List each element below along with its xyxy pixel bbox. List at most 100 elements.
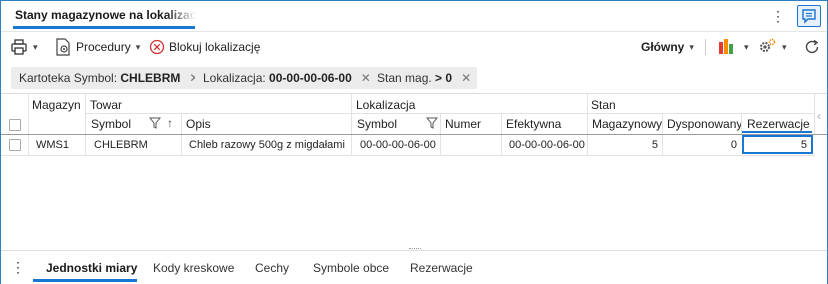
column-divider <box>501 114 502 134</box>
select-all-checkbox[interactable] <box>9 119 21 131</box>
view-selector[interactable]: Główny ▾ <box>641 37 694 57</box>
filter-bar: Kartoteka Symbol: CHLEBRM ✕ Lokalizacja:… <box>1 62 827 92</box>
toolbar-divider <box>705 39 706 55</box>
filter-value: 00-00-00-06-00 <box>269 71 352 85</box>
tab-jednostki-miary[interactable]: Jednostki miary <box>46 261 137 275</box>
chevron-left-icon[interactable]: ‹ <box>817 109 821 123</box>
column-header-numer[interactable]: Numer <box>445 117 481 131</box>
kebab-vertical-icon[interactable]: ⋮ <box>11 259 25 276</box>
print-button[interactable]: ▾ <box>10 37 38 57</box>
cell-rezerwacje: 5 <box>800 139 807 151</box>
column-divider <box>28 135 29 155</box>
filter-value: 0 <box>445 71 453 85</box>
column-header-towar-symbol[interactable]: Symbol <box>91 117 131 131</box>
bottom-tab-bar: ⋮ Jednostki miary Kody kreskowe Cechy Sy… <box>1 250 827 284</box>
title-bar: Stany magazynowe na lokalizacji ⋮ <box>1 1 827 31</box>
tab-symbole-obce[interactable]: Symbole obce <box>313 261 389 275</box>
column-header-opis[interactable]: Opis <box>186 117 211 131</box>
column-header-rezerwacje[interactable]: Rezerwacje <box>747 117 810 131</box>
procedures-button[interactable]: Procedury ▾ <box>55 37 140 57</box>
tab-rezerwacje[interactable]: Rezerwacje <box>410 261 473 275</box>
chat-comment-icon[interactable] <box>797 5 821 27</box>
group-header-towar: Towar <box>90 98 123 112</box>
row-checkbox[interactable] <box>9 139 21 151</box>
refresh-icon <box>803 38 821 56</box>
group-header-lokalizacja: Lokalizacja <box>356 98 416 112</box>
group-header-stan: Stan <box>591 98 616 112</box>
settings-button[interactable]: ▾ <box>757 37 787 57</box>
settings-gear-icon <box>757 38 777 56</box>
filter-label: Lokalizacja: <box>203 71 266 85</box>
chevron-down-icon: ▾ <box>135 41 141 52</box>
cell-rezerwacje-selected[interactable]: 5 <box>742 135 813 154</box>
filter-label: Kartoteka Symbol: <box>19 71 118 85</box>
chevron-down-icon: ▾ <box>782 41 787 52</box>
column-header-efektywna[interactable]: Efektywna <box>506 117 561 131</box>
filter-chip-stan[interactable]: Stan mag. > 0 ✕ <box>369 67 478 89</box>
cell-opis: Chleb razowy 500g z migdałami <box>189 139 345 151</box>
column-divider <box>662 135 663 155</box>
filter-label: Stan mag. <box>377 71 432 85</box>
column-divider <box>814 94 815 134</box>
filter-chip-lokalizacja[interactable]: Lokalizacja: 00-00-00-06-00 ✕ <box>195 67 377 89</box>
filter-operator: > <box>435 71 443 85</box>
view-label: Główny <box>641 40 685 54</box>
window-frame: Stany magazynowe na lokalizacji ⋮ ▾ Proc… <box>0 0 828 284</box>
window-title-tab[interactable]: Stany magazynowe na lokalizacji <box>7 5 196 27</box>
column-divider <box>181 135 182 155</box>
filter-chip-kartoteka[interactable]: Kartoteka Symbol: CHLEBRM ✕ <box>11 67 206 89</box>
bar-chart-icon <box>717 38 739 56</box>
column-divider <box>662 114 663 134</box>
column-divider <box>85 94 86 134</box>
cell-efektywna: 00-00-00-06-00 <box>509 139 585 151</box>
active-tab-indicator <box>33 279 137 282</box>
procedure-document-icon <box>55 38 71 56</box>
cell-magazyn: WMS1 <box>36 139 69 151</box>
title-fade <box>166 5 196 27</box>
row-bottom-border <box>1 155 815 156</box>
filter-value: CHLEBRM <box>120 71 181 85</box>
column-header-magazyn[interactable]: Magazyn <box>32 98 81 112</box>
sort-ascending-icon[interactable]: ↑ <box>167 116 173 130</box>
filter-funnel-icon[interactable] <box>426 117 438 129</box>
filter-funnel-icon[interactable] <box>149 117 161 129</box>
cell-dysponowany: 0 <box>730 139 737 151</box>
block-circle-x-icon <box>149 39 165 55</box>
cell-towar-symbol: CHLEBRM <box>94 139 148 151</box>
column-divider <box>501 135 502 155</box>
table-row[interactable]: WMS1 CHLEBRM Chleb razowy 500g z migdała… <box>1 135 815 155</box>
group-header-divider <box>85 113 815 114</box>
column-divider <box>181 114 182 134</box>
refresh-button[interactable] <box>803 37 821 57</box>
column-header-dysponowany[interactable]: Dysponowany <box>667 117 742 131</box>
column-header-magazynowy[interactable]: Magazynowy <box>592 117 662 131</box>
printer-icon <box>10 38 28 56</box>
column-divider <box>587 94 588 134</box>
block-location-button[interactable]: Blokuj lokalizację <box>149 37 260 57</box>
cell-magazynowy: 5 <box>651 139 658 151</box>
active-tab-indicator <box>13 26 195 29</box>
cell-lokalizacja-symbol: 00-00-00-06-00 <box>360 139 436 151</box>
chevron-down-icon: ▾ <box>33 41 38 52</box>
column-divider <box>440 114 441 134</box>
column-divider <box>587 135 588 155</box>
column-divider <box>351 135 352 155</box>
column-divider <box>28 94 29 134</box>
column-divider <box>85 135 86 155</box>
tab-kody-kreskowe[interactable]: Kody kreskowe <box>153 261 234 275</box>
tab-cechy[interactable]: Cechy <box>255 261 289 275</box>
chart-button[interactable]: ▾ <box>717 37 749 57</box>
column-divider <box>351 94 352 134</box>
column-divider <box>741 114 742 134</box>
sort-column-indicator <box>742 131 812 133</box>
grid-top-border <box>1 93 827 94</box>
toolbar: ▾ Procedury ▾ Blokuj lokalizację Główny … <box>1 31 827 61</box>
column-divider <box>440 135 441 155</box>
column-header-lokalizacja-symbol[interactable]: Symbol <box>357 117 397 131</box>
chevron-down-icon: ▾ <box>689 41 694 52</box>
kebab-vertical-icon[interactable]: ⋮ <box>771 7 785 25</box>
procedures-label: Procedury <box>76 40 131 54</box>
block-location-label: Blokuj lokalizację <box>169 40 261 54</box>
chevron-down-icon: ▾ <box>744 41 749 52</box>
close-icon[interactable]: ✕ <box>461 71 471 85</box>
